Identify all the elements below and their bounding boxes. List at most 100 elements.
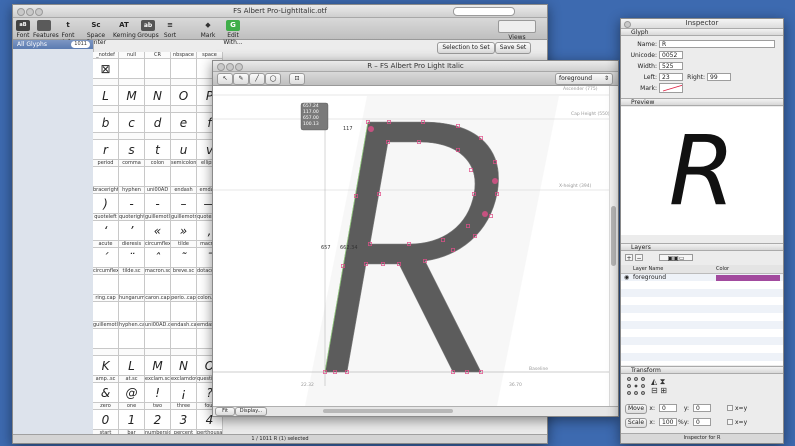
features-button[interactable]: Features — [33, 20, 59, 39]
glyph-cell[interactable]: c — [119, 113, 145, 133]
mark-button[interactable]: ◆ Mark — [199, 20, 217, 39]
measure-tool[interactable]: ⊡ — [289, 73, 305, 85]
glyph-cell[interactable]: ! — [145, 383, 171, 403]
glyph-cell[interactable]: 0 — [93, 410, 119, 430]
glyph-cell[interactable] — [145, 329, 171, 349]
glyph-cell[interactable]: @ — [119, 383, 145, 403]
glyph-cell[interactable]: N — [145, 86, 171, 106]
display-select[interactable]: Display... — [235, 407, 267, 416]
preview-section-header[interactable]: Preview — [621, 98, 783, 106]
move-button[interactable]: Move — [625, 404, 647, 414]
layers-section-header[interactable]: Layers — [621, 243, 783, 251]
glyph-window-titlebar[interactable]: R – FS Albert Pro Light Italic — [213, 61, 618, 72]
glyph-cell[interactable]: 2 — [145, 410, 171, 430]
glyph-cell[interactable] — [171, 167, 197, 187]
glyph-cell[interactable]: ⊠ — [93, 59, 119, 79]
scale-y-field[interactable]: 0 — [693, 418, 711, 426]
layer-color-swatch[interactable] — [716, 275, 780, 281]
distribute-icon[interactable]: ⊞ — [660, 386, 667, 395]
glyph-cell[interactable]: - — [145, 194, 171, 214]
bezier-tool[interactable]: ✎ — [233, 73, 249, 85]
glyph-cell[interactable]: – — [171, 194, 197, 214]
align-icon[interactable]: ⊟ — [651, 386, 658, 395]
layer-select[interactable]: foreground ⇕ — [555, 73, 613, 85]
glyph-cell[interactable] — [145, 167, 171, 187]
glyph-cell[interactable]: r — [93, 140, 119, 160]
flip-vertical-icon[interactable]: ⧗ — [660, 377, 666, 386]
scale-xy-checkbox[interactable] — [727, 419, 733, 425]
scale-x-field[interactable]: 100 — [659, 418, 677, 426]
groups-button[interactable]: ab Groups — [137, 20, 159, 39]
scale-button[interactable]: Scale — [625, 418, 647, 428]
glyph-cell[interactable]: ) — [93, 194, 119, 214]
glyph-cell[interactable]: 3 — [171, 410, 197, 430]
glyph-canvas[interactable]: 657.24 117.00 657.00 100.13 Ascender (77… — [213, 86, 610, 406]
horizontal-scrollbar[interactable] — [323, 409, 453, 413]
selected-point[interactable] — [368, 126, 374, 132]
glyph-cell[interactable] — [119, 167, 145, 187]
select-tool[interactable]: ↖ — [217, 73, 233, 85]
glyph-cell[interactable] — [119, 329, 145, 349]
glyph-cell[interactable] — [93, 302, 119, 322]
move-xy-checkbox[interactable] — [727, 405, 733, 411]
glyph-cell[interactable]: u — [171, 140, 197, 160]
minimize-button[interactable] — [26, 8, 34, 16]
name-field[interactable]: R — [659, 40, 775, 48]
slice-tool[interactable]: ╱ — [249, 73, 265, 85]
glyph-cell[interactable]: N — [171, 356, 197, 376]
views-control[interactable]: Views — [497, 20, 537, 41]
glyph-zoom-button[interactable] — [235, 63, 243, 71]
vertical-scrollbar[interactable] — [609, 86, 618, 406]
selected-point[interactable] — [482, 211, 488, 217]
layer-view-options[interactable]: ▣▣▭ — [659, 254, 693, 262]
glyph-cell[interactable] — [145, 59, 171, 79]
glyph-cell[interactable] — [171, 275, 197, 295]
glyph-cell[interactable]: ´ — [93, 248, 119, 268]
add-layer-button[interactable]: + — [625, 254, 633, 262]
glyph-cell[interactable]: & — [93, 383, 119, 403]
zoom-select[interactable]: Fit — [215, 407, 235, 416]
glyph-cell[interactable]: O — [171, 86, 197, 106]
glyph-cell[interactable]: ˆ — [145, 248, 171, 268]
mark-color-well[interactable] — [659, 83, 683, 93]
layer-radio[interactable]: ◉ — [624, 274, 629, 282]
right-field[interactable]: 99 — [707, 73, 731, 81]
sort-button[interactable]: ≡ Sort — [161, 20, 179, 39]
move-x-field[interactable]: 0 — [659, 404, 677, 412]
glyph-cell[interactable] — [119, 59, 145, 79]
shape-tool[interactable]: ◯ — [265, 73, 281, 85]
glyph-cell[interactable] — [171, 329, 197, 349]
glyph-section-header[interactable]: Glyph — [621, 28, 783, 36]
glyph-cell[interactable]: ‘ — [93, 221, 119, 241]
left-field[interactable]: 23 — [659, 73, 683, 81]
glyph-cell[interactable] — [93, 167, 119, 187]
save-set-button[interactable]: Save Set — [495, 42, 531, 54]
inspector-close-button[interactable] — [624, 21, 631, 28]
glyph-cell[interactable]: K — [93, 356, 119, 376]
glyph-cell[interactable] — [119, 275, 145, 295]
glyph-minimize-button[interactable] — [226, 63, 234, 71]
zoom-button[interactable] — [35, 8, 43, 16]
selection-to-set-button[interactable]: Selection to Set — [437, 42, 495, 54]
close-button[interactable] — [17, 8, 25, 16]
kerning-button[interactable]: AT Kerning — [113, 20, 136, 39]
origin-grid[interactable] — [627, 377, 645, 395]
glyph-cell[interactable] — [93, 329, 119, 349]
glyph-cell[interactable]: M — [119, 86, 145, 106]
glyph-cell[interactable] — [145, 275, 171, 295]
edit-with-button[interactable]: G Edit With... — [219, 20, 247, 46]
glyph-cell[interactable]: L — [119, 356, 145, 376]
glyph-cell[interactable]: - — [119, 194, 145, 214]
selected-point[interactable] — [492, 178, 498, 184]
glyph-cell[interactable]: t — [145, 140, 171, 160]
glyph-cell[interactable]: L — [93, 86, 119, 106]
glyph-cell[interactable]: « — [145, 221, 171, 241]
glyph-cell[interactable]: ’ — [119, 221, 145, 241]
glyph-cell[interactable]: ¨ — [119, 248, 145, 268]
move-y-field[interactable]: 0 — [693, 404, 711, 412]
glyph-close-button[interactable] — [217, 63, 225, 71]
width-field[interactable]: 525 — [659, 62, 683, 70]
sidebar-item-all-glyphs[interactable]: All Glyphs 1011 — [13, 40, 93, 49]
glyph-cell[interactable]: 1 — [119, 410, 145, 430]
glyph-cell[interactable]: ˜ — [171, 248, 197, 268]
